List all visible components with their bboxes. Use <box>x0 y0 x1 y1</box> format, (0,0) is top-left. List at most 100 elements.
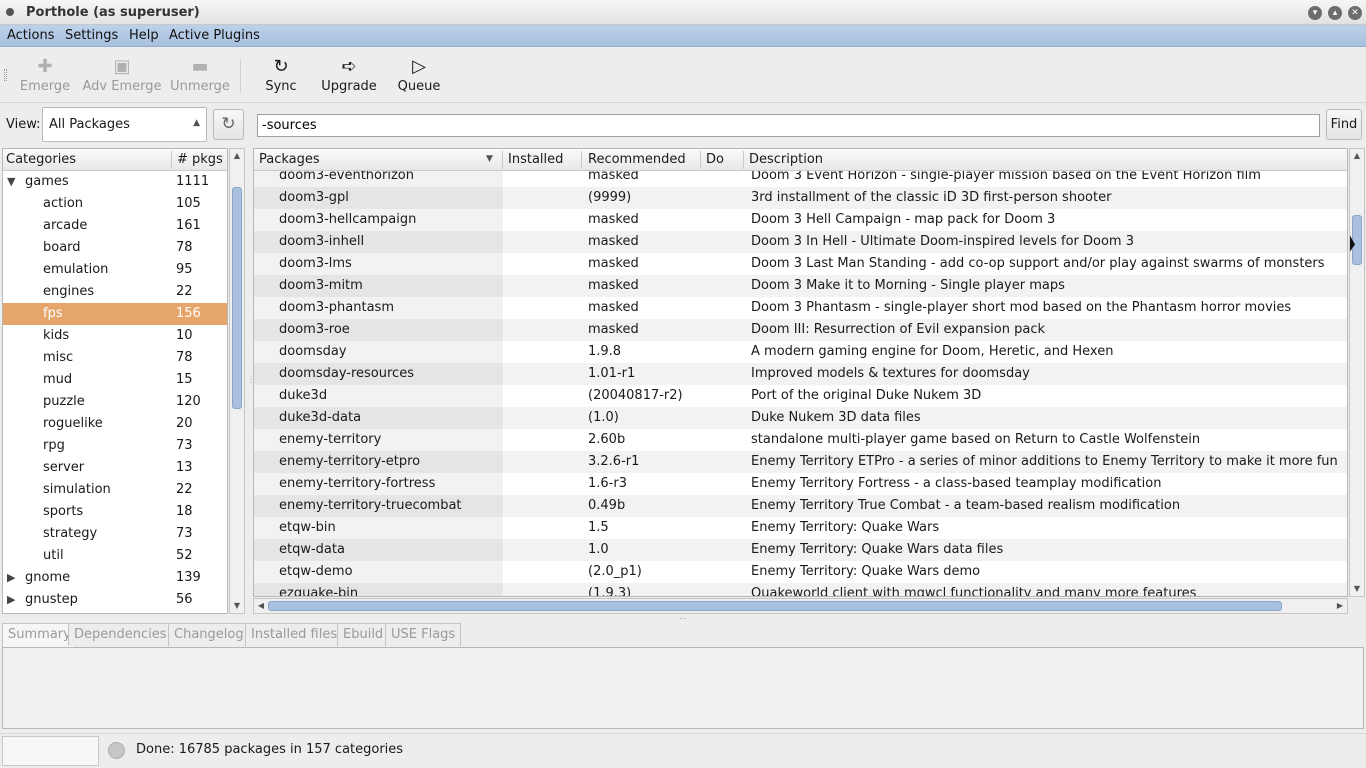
package-row[interactable]: doomsday-resources 1.01-r1 Improved models… <box>254 363 1347 385</box>
recommended-column-header[interactable]: Recommended <box>588 152 686 167</box>
package-description: Duke Nukem 3D data files <box>751 410 921 425</box>
category-row[interactable]: action 105 <box>3 193 227 215</box>
menu-settings[interactable]: Settings <box>65 28 118 43</box>
category-row[interactable]: roguelike 20 <box>3 413 227 435</box>
package-row[interactable]: doom3-mitm masked Doom 3 Make it to Mornin… <box>254 275 1347 297</box>
packages-hscroll-thumb[interactable] <box>268 601 1282 611</box>
packages-horizontal-scrollbar[interactable]: ◀ ▶ <box>253 598 1348 614</box>
categories-scroll-thumb[interactable] <box>232 187 242 409</box>
category-row[interactable]: puzzle 120 <box>3 391 227 413</box>
tab-ebuild[interactable]: Ebuild <box>337 623 390 646</box>
category-name: games <box>25 174 69 189</box>
category-row[interactable]: strategy 73 <box>3 523 227 545</box>
description-column-header[interactable]: Description <box>749 152 823 167</box>
menu-help[interactable]: Help <box>129 28 159 43</box>
package-row[interactable]: duke3d-data (1.0) Duke Nukem 3D data files <box>254 407 1347 429</box>
category-row[interactable]: board 78 <box>3 237 227 259</box>
category-row[interactable]: misc 78 <box>3 347 227 369</box>
installed-column-header[interactable]: Installed <box>508 152 563 167</box>
category-name: util <box>43 548 64 563</box>
pkgs-count-column-header[interactable]: # pkgs <box>177 152 223 167</box>
package-row[interactable]: doom3-lms masked Doom 3 Last Man Standing … <box>254 253 1347 275</box>
package-recommended: 3.2.6-r1 <box>588 454 640 469</box>
tab-summary[interactable]: Summary <box>2 623 77 647</box>
packages-column-header[interactable]: Packages <box>259 152 320 167</box>
package-row[interactable]: enemy-territory-etpro 3.2.6-r1 Enemy Terri… <box>254 451 1347 473</box>
upgrade-button[interactable]: ➪ Upgrade <box>320 55 378 99</box>
category-row[interactable]: ▶ gnustep 56 <box>3 589 227 611</box>
scroll-up-icon[interactable]: ▲ <box>230 149 244 163</box>
package-row[interactable]: doom3-inhell masked Doom 3 In Hell - Ultim… <box>254 231 1347 253</box>
tab-use-flags[interactable]: USE Flags <box>385 623 462 646</box>
view-select[interactable]: All Packages ▲ <box>42 107 207 142</box>
category-row[interactable]: emulation 95 <box>3 259 227 281</box>
refresh-view-button[interactable]: ↻ <box>213 109 244 140</box>
menu-actions[interactable]: Actions <box>7 28 55 43</box>
minimize-icon[interactable]: ▾ <box>1308 6 1322 20</box>
status-spinner-icon <box>108 742 125 759</box>
category-row[interactable]: rpg 73 <box>3 435 227 457</box>
sync-button[interactable]: ↻ Sync <box>262 55 300 99</box>
category-row[interactable]: fps 156 <box>3 303 227 325</box>
category-name: gnome <box>25 570 71 585</box>
category-row[interactable]: util 52 <box>3 545 227 567</box>
collapsed-arrow-icon[interactable]: ▶ <box>7 567 15 589</box>
queue-button[interactable]: ▷ Queue <box>396 55 442 99</box>
category-count: 22 <box>176 482 193 497</box>
package-row[interactable]: enemy-territory 2.60b standalone multi-pla… <box>254 429 1347 451</box>
categories-column-header[interactable]: Categories <box>6 152 76 167</box>
scroll-left-icon[interactable]: ◀ <box>254 599 268 613</box>
categories-list: ▼ games 1111 action 105 arcade 161 board 78 emula… <box>3 171 227 611</box>
package-row[interactable]: doomsday 1.9.8 A modern gaming engine for … <box>254 341 1347 363</box>
tab-installed-files[interactable]: Installed files <box>245 623 344 646</box>
emerge-button[interactable]: ✚ Emerge <box>18 55 72 99</box>
package-row[interactable]: duke3d (20040817-r2) Port of the original … <box>254 385 1347 407</box>
categories-scrollbar[interactable]: ▲ ▼ <box>229 148 245 614</box>
pane-splitter-handle[interactable]: ⋮ <box>247 375 255 387</box>
menu-active-plugins[interactable]: Active Plugins <box>169 28 260 43</box>
scroll-right-icon[interactable]: ▶ <box>1333 599 1347 613</box>
package-row[interactable]: doom3-phantasm masked Doom 3 Phantasm - si… <box>254 297 1347 319</box>
search-input[interactable] <box>257 114 1320 137</box>
vertical-splitter-handle[interactable]: ⋯ <box>679 614 687 623</box>
category-row[interactable]: arcade 161 <box>3 215 227 237</box>
package-row[interactable]: enemy-territory-truecombat 0.49b Enemy Ter… <box>254 495 1347 517</box>
scroll-down-icon[interactable]: ▼ <box>230 599 244 613</box>
package-row[interactable]: enemy-territory-fortress 1.6-r3 Enemy Terr… <box>254 473 1347 495</box>
package-row[interactable]: doom3-gpl (9999) 3rd installment of the cl… <box>254 187 1347 209</box>
scroll-down-icon[interactable]: ▼ <box>1350 582 1364 596</box>
collapsed-arrow-icon[interactable]: ▶ <box>7 589 15 611</box>
expanded-arrow-icon[interactable]: ▼ <box>7 171 15 193</box>
do-column-header[interactable]: Do <box>706 152 724 167</box>
package-description: Doom 3 Last Man Standing - add co-op sup… <box>751 256 1325 271</box>
package-installed <box>503 209 583 231</box>
category-row[interactable]: mud 15 <box>3 369 227 391</box>
package-description: Improved models & textures for doomsday <box>751 366 1030 381</box>
maximize-icon[interactable]: ▴ <box>1328 6 1342 20</box>
close-icon[interactable]: ✕ <box>1348 6 1362 20</box>
packages-vertical-scrollbar[interactable]: ▲ ▼ <box>1349 148 1365 597</box>
toolbar: ✚ Emerge ▣ Adv Emerge ▬ Unmerge ↻ Sync ➪… <box>0 47 1366 103</box>
category-row[interactable]: sports 18 <box>3 501 227 523</box>
package-row[interactable]: etqw-demo (2.0_p1) Enemy Territory: Quake … <box>254 561 1347 583</box>
package-row[interactable]: doom3-hellcampaign masked Doom 3 Hell Camp… <box>254 209 1347 231</box>
adv-emerge-button[interactable]: ▣ Adv Emerge <box>82 55 162 99</box>
category-row[interactable]: ▼ games 1111 <box>3 171 227 193</box>
package-row[interactable]: doom3-roe masked Doom III: Resurrection of… <box>254 319 1347 341</box>
category-row[interactable]: simulation 22 <box>3 479 227 501</box>
window-menu-icon[interactable] <box>6 8 14 16</box>
category-row[interactable]: server 13 <box>3 457 227 479</box>
tab-changelog[interactable]: Changelog <box>168 623 250 646</box>
unmerge-button[interactable]: ▬ Unmerge <box>170 55 230 99</box>
toolbar-grip[interactable] <box>4 69 7 81</box>
package-recommended: masked <box>588 234 639 249</box>
category-row[interactable]: engines 22 <box>3 281 227 303</box>
package-row[interactable]: ezquake-bin (1.9.3) Quakeworld client with… <box>254 583 1347 596</box>
package-row[interactable]: etqw-bin 1.5 Enemy Territory: Quake Wars <box>254 517 1347 539</box>
category-row[interactable]: kids 10 <box>3 325 227 347</box>
package-row[interactable]: etqw-data 1.0 Enemy Territory: Quake Wars … <box>254 539 1347 561</box>
find-button[interactable]: Find <box>1326 109 1362 140</box>
tab-dependencies[interactable]: Dependencies <box>68 623 173 646</box>
scroll-up-icon[interactable]: ▲ <box>1350 149 1364 163</box>
category-row[interactable]: ▶ gnome 139 <box>3 567 227 589</box>
